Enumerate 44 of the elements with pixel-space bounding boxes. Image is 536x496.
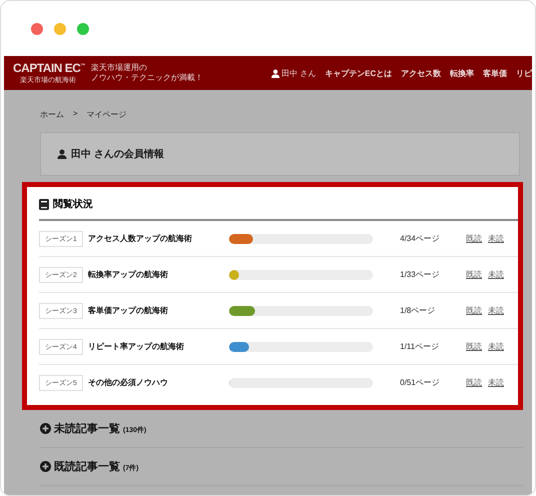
nav-link[interactable]: リピ	[516, 68, 532, 78]
season-title: 転換率アップの航海術	[88, 269, 169, 280]
filter-link[interactable]: 未読	[488, 341, 504, 352]
filter-link[interactable]: 既読	[466, 269, 482, 280]
section-link[interactable]: 未読記事一覧	[54, 421, 120, 436]
page-count: 1/8ページ	[400, 305, 436, 316]
member-info-title: 田中 さんの会員情報	[71, 148, 164, 161]
section-link[interactable]: 既読記事一覧	[54, 459, 120, 474]
nav-link[interactable]: 転換率	[450, 68, 474, 78]
user-icon	[57, 149, 67, 159]
nav-link[interactable]: 客単価	[483, 68, 507, 78]
page-count: 0/51ページ	[400, 377, 441, 388]
page-count: 1/33ページ	[400, 269, 441, 280]
filter-link[interactable]: 未読	[488, 269, 504, 280]
tagline-text: 楽天市場運用の	[91, 63, 148, 73]
close-dot[interactable]	[31, 22, 43, 34]
filter-link[interactable]: 未読	[488, 377, 504, 388]
section-title: 閲覧状況	[53, 198, 93, 211]
minimize-dot[interactable]	[54, 22, 66, 34]
maximize-dot[interactable]	[77, 22, 89, 34]
plus-circle-icon[interactable]	[40, 423, 51, 434]
filter-link[interactable]: 既読	[466, 305, 482, 316]
filter-link[interactable]: 既読	[466, 377, 482, 388]
season-title: アクセス人数アップの航海術	[88, 233, 193, 244]
page-count: 1/11ページ	[400, 341, 440, 352]
page-count: 4/34ページ	[400, 233, 441, 244]
filter-link[interactable]: 未読	[488, 305, 504, 316]
breadcrumb-separator: >	[73, 109, 78, 120]
plus-circle-icon[interactable]	[40, 461, 51, 472]
book-icon	[39, 198, 49, 210]
user-icon	[270, 68, 280, 78]
season-title: リピート率アップの航海術	[88, 341, 185, 352]
user-link[interactable]: 田中 さん	[270, 68, 316, 78]
tagline-text: ノウハウ・テクニックが満載！	[91, 73, 203, 83]
breadcrumb-link[interactable]: マイページ	[86, 109, 127, 123]
nav-link[interactable]: キャプテンECとは	[324, 68, 392, 78]
filter-link[interactable]: 未読	[488, 233, 504, 244]
nav-link[interactable]: アクセス数	[401, 68, 441, 78]
filter-link[interactable]: 既読	[466, 341, 482, 352]
breadcrumb-link[interactable]: ホーム	[40, 109, 64, 123]
filter-link[interactable]: 既読	[466, 233, 482, 244]
logo-text[interactable]: CAPTAIN EC$^{™}$	[13, 61, 83, 76]
season-title: 客単価アップの航海術	[88, 305, 169, 316]
season-title: その他の必須ノウハウ	[88, 377, 169, 388]
